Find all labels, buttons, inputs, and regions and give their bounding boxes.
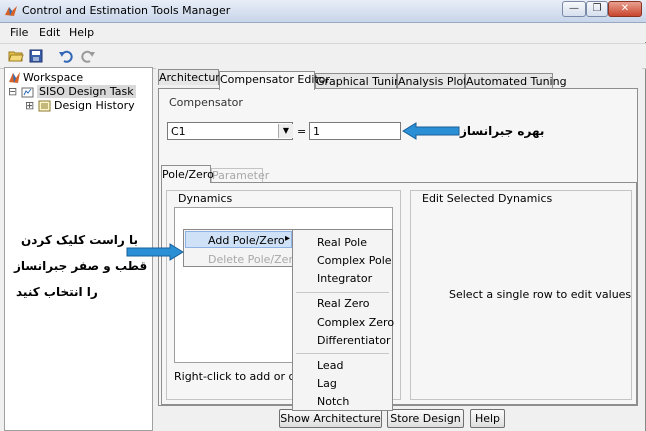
minimize-button[interactable]: — [562,1,586,17]
tab-architecture[interactable]: Architecture [158,69,226,85]
open-folder-icon[interactable] [8,48,24,64]
submenu-item-complex-zero[interactable]: Complex Zero [317,316,394,329]
compensator-label: Compensator [169,96,243,109]
help-button[interactable]: Help [470,409,505,428]
instruction-line-2: قطب و صفر جبرانساز [14,259,148,273]
context-item-delete-pole-zero[interactable]: Delete Pole/Zero [208,253,299,266]
menu-bar: File Edit Help [0,23,646,42]
compensator-gain-input[interactable]: 1 [309,122,401,140]
submenu-arrow-icon: ▸ [285,233,291,244]
tree-item-design-history[interactable]: Design History [54,99,135,112]
dynamics-label: Dynamics [178,192,233,205]
menu-edit[interactable]: Edit [39,26,60,39]
submenu-separator [296,353,389,354]
pole-zero-panel: Dynamics Right-click to add or delete Ed… [161,182,637,405]
minimize-icon: — [569,3,579,14]
submenu-item-real-zero[interactable]: Real Zero [317,297,370,310]
app-window: Control and Estimation Tools Manager — ❐… [0,0,646,431]
compensator-gain-value: 1 [313,125,320,138]
matlab-app-icon [5,6,17,16]
title-bar[interactable]: Control and Estimation Tools Manager — ❐… [0,0,646,23]
restore-icon: ❐ [592,3,602,14]
tab-automated-tuning[interactable]: Automated Tuning [465,73,567,89]
task-folder-icon [21,87,34,98]
menu-help[interactable]: Help [69,26,94,39]
tab-compensator-editor[interactable]: Compensator Editor [219,71,330,90]
close-button[interactable]: ✕ [608,1,642,17]
edit-dynamics-label: Edit Selected Dynamics [422,192,553,205]
tab-analysis-plots[interactable]: Analysis Plots [397,73,473,89]
subtab-parameter[interactable]: Parameter [211,168,269,183]
maximize-button[interactable]: ❐ [586,1,608,17]
tree-item-siso-design-task[interactable]: SISO Design Task [37,85,136,98]
redo-icon[interactable] [80,48,96,64]
save-icon[interactable] [28,48,44,64]
compensator-select[interactable]: C1 ▼ [167,122,293,140]
toolbar [0,43,646,69]
submenu-item-lag[interactable]: Lag [317,377,337,390]
submenu-item-integrator[interactable]: Integrator [317,272,372,285]
submenu-item-real-pole[interactable]: Real Pole [317,236,367,249]
submenu-separator [296,292,389,293]
chevron-down-icon[interactable]: ▼ [278,124,293,138]
context-menu: Add Pole/Zero ▸ Delete Pole/Zero [183,229,299,267]
gain-annotation: بهره جبرانساز [460,124,545,138]
subtab-pole-zero[interactable]: Pole/Zero [161,165,214,183]
expand-icon[interactable]: ⊞ [25,99,34,112]
window-title: Control and Estimation Tools Manager [22,4,231,17]
gain-arrow-icon [402,122,460,140]
instruction-line-1: با راست کلیک کردن [21,233,138,247]
workspace-icon [9,72,20,83]
context-item-add-pole-zero[interactable]: Add Pole/Zero [208,234,285,247]
submenu-item-lead[interactable]: Lead [317,359,343,372]
history-folder-icon [38,100,51,112]
compensator-select-value: C1 [171,125,186,138]
instruction-line-3: را انتخاب کنید [16,285,98,299]
undo-icon[interactable] [58,48,74,64]
close-icon: ✕ [620,3,630,14]
tree-item-workspace[interactable]: Workspace [23,71,83,84]
submenu-item-notch[interactable]: Notch [317,395,349,408]
equals-sign: = [297,125,307,138]
add-pole-zero-submenu: Real Pole Complex Pole Integrator Real Z… [292,229,394,411]
store-design-button[interactable]: Store Design [387,409,464,428]
menu-file[interactable]: File [10,26,28,39]
submenu-item-complex-pole[interactable]: Complex Pole [317,254,392,267]
collapse-icon[interactable]: ⊟ [8,85,17,98]
submenu-item-differentiator[interactable]: Differentiator [317,334,391,347]
edit-dynamics-message: Select a single row to edit values [449,288,632,301]
show-architecture-button[interactable]: Show Architecture [279,409,382,428]
